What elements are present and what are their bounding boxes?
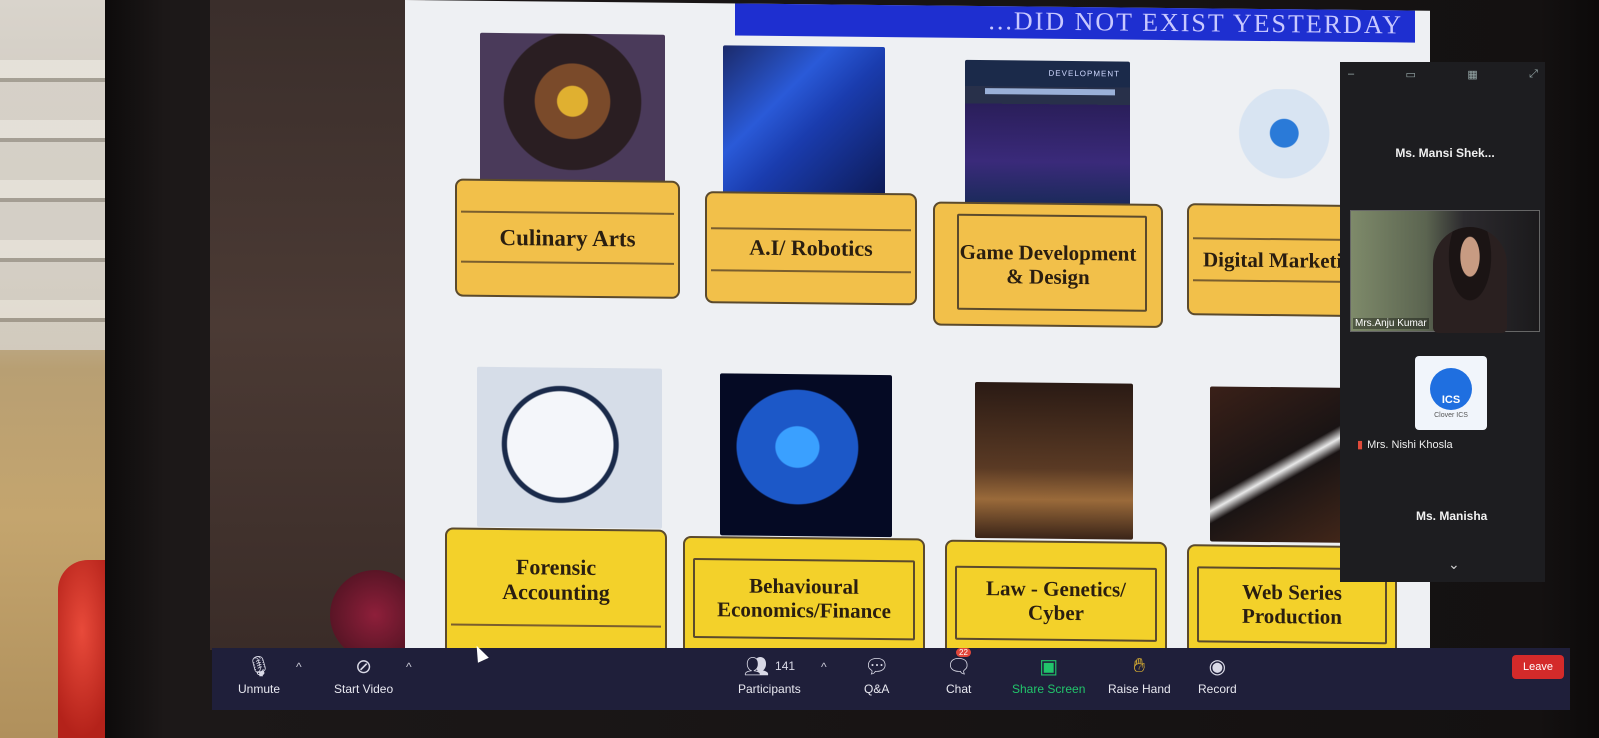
participant-tile[interactable]: Ms. Mansi Shek... xyxy=(1350,146,1540,160)
participants-button[interactable]: 👥︎ 141 Participants xyxy=(738,654,801,697)
expand-icon[interactable]: ⤢ xyxy=(1529,68,1538,82)
robotics-image xyxy=(723,45,885,198)
gallery-grid-icon[interactable]: ▦ xyxy=(1467,68,1477,82)
game-dev-image-caption: DEVELOPMENT xyxy=(1048,68,1120,79)
participant-name: Mrs. Nishi Khosla xyxy=(1367,438,1453,451)
culinary-image xyxy=(480,32,665,185)
slide-banner: ...DID NOT EXIST YESTERDAY xyxy=(735,3,1415,43)
share-screen-button[interactable]: ▣ Share Screen xyxy=(1012,654,1085,697)
minimize-icon[interactable]: – xyxy=(1348,68,1354,82)
raise-hand-icon: ✋︎ xyxy=(1133,654,1146,677)
video-person xyxy=(1433,227,1507,333)
behavioural-econ-label: Behavioural Economics/Finance xyxy=(683,535,925,661)
participants-icon: 👥︎ xyxy=(743,655,770,678)
video-options-chevron-icon[interactable]: ^ xyxy=(406,660,412,674)
share-screen-icon: ▣ xyxy=(1039,655,1059,678)
behavioural-econ-image xyxy=(720,373,892,538)
participant-video[interactable]: Mrs.Anju Kumar xyxy=(1350,210,1540,333)
leave-button[interactable]: Leave xyxy=(1512,655,1564,679)
view-toggle-icon[interactable]: ▭ xyxy=(1406,68,1416,82)
game-dev-label: Game Development & Design xyxy=(933,201,1163,328)
participant-tile[interactable]: Ms. Manisha xyxy=(1416,509,1487,523)
digital-marketing-image xyxy=(1210,88,1345,200)
chat-button[interactable]: 🗨︎ 22 Chat xyxy=(946,648,972,696)
start-video-button[interactable]: ⊘ Start Video xyxy=(334,654,393,697)
digital-marketing-label: Digital Marketi xyxy=(1187,203,1352,317)
law-label: Law - Genetics/ Cyber xyxy=(945,539,1167,662)
chat-unread-badge: 22 xyxy=(956,648,971,657)
shared-slide: ...DID NOT EXIST YESTERDAY Culinary Arts… xyxy=(405,0,1430,666)
gallery-controls[interactable]: – ▭ ▦ ⤢ xyxy=(1348,68,1538,82)
participant-name: Ms. Manisha xyxy=(1416,509,1488,523)
ai-robotics-label: A.I/ Robotics xyxy=(705,191,917,306)
muted-mic-icon: 🎙︎ xyxy=(246,655,272,678)
chat-icon: 🗨︎ 22 xyxy=(946,648,972,678)
forensic-image xyxy=(477,366,662,529)
record-button[interactable]: ◉ Record xyxy=(1198,654,1237,697)
audio-options-chevron-icon[interactable]: ^ xyxy=(296,660,302,674)
meeting-toolbar: 🎙︎ Unmute ^ ⊘ Start Video ^ 👥︎ 141 Parti… xyxy=(212,648,1570,710)
culinary-label: Culinary Arts xyxy=(455,178,680,299)
meeting-background xyxy=(210,0,425,650)
participant-name: Mrs.Anju Kumar xyxy=(1353,318,1429,329)
raise-hand-button[interactable]: ✋︎ Raise Hand xyxy=(1108,654,1171,697)
muted-mic-icon: ▮ xyxy=(1357,439,1364,451)
record-icon: ◉ xyxy=(1208,655,1227,678)
game-dev-image: DEVELOPMENT xyxy=(965,59,1130,207)
scroll-down-icon[interactable]: ⌄ xyxy=(1448,556,1460,573)
participant-tile[interactable]: ▮ Mrs. Nishi Khosla xyxy=(1357,438,1453,452)
ics-logo-icon: ICS xyxy=(1430,367,1472,410)
participant-name: Ms. Mansi Shek... xyxy=(1395,146,1495,160)
logo-subtext: Clover ICS xyxy=(1434,411,1468,419)
participants-chevron-icon[interactable]: ^ xyxy=(821,660,827,674)
law-image xyxy=(975,381,1133,540)
qa-icon: 💬︎ xyxy=(864,655,890,678)
forensic-label: Forensic Accounting xyxy=(445,527,667,658)
video-off-icon: ⊘ xyxy=(355,655,372,678)
qa-button[interactable]: 💬︎ Q&A xyxy=(864,654,890,697)
participants-count: 141 xyxy=(775,659,796,673)
unmute-button[interactable]: 🎙︎ Unmute xyxy=(238,654,280,697)
game-dev-progress-bar xyxy=(985,88,1115,96)
participant-avatar-logo[interactable]: ICS Clover ICS xyxy=(1415,356,1487,430)
